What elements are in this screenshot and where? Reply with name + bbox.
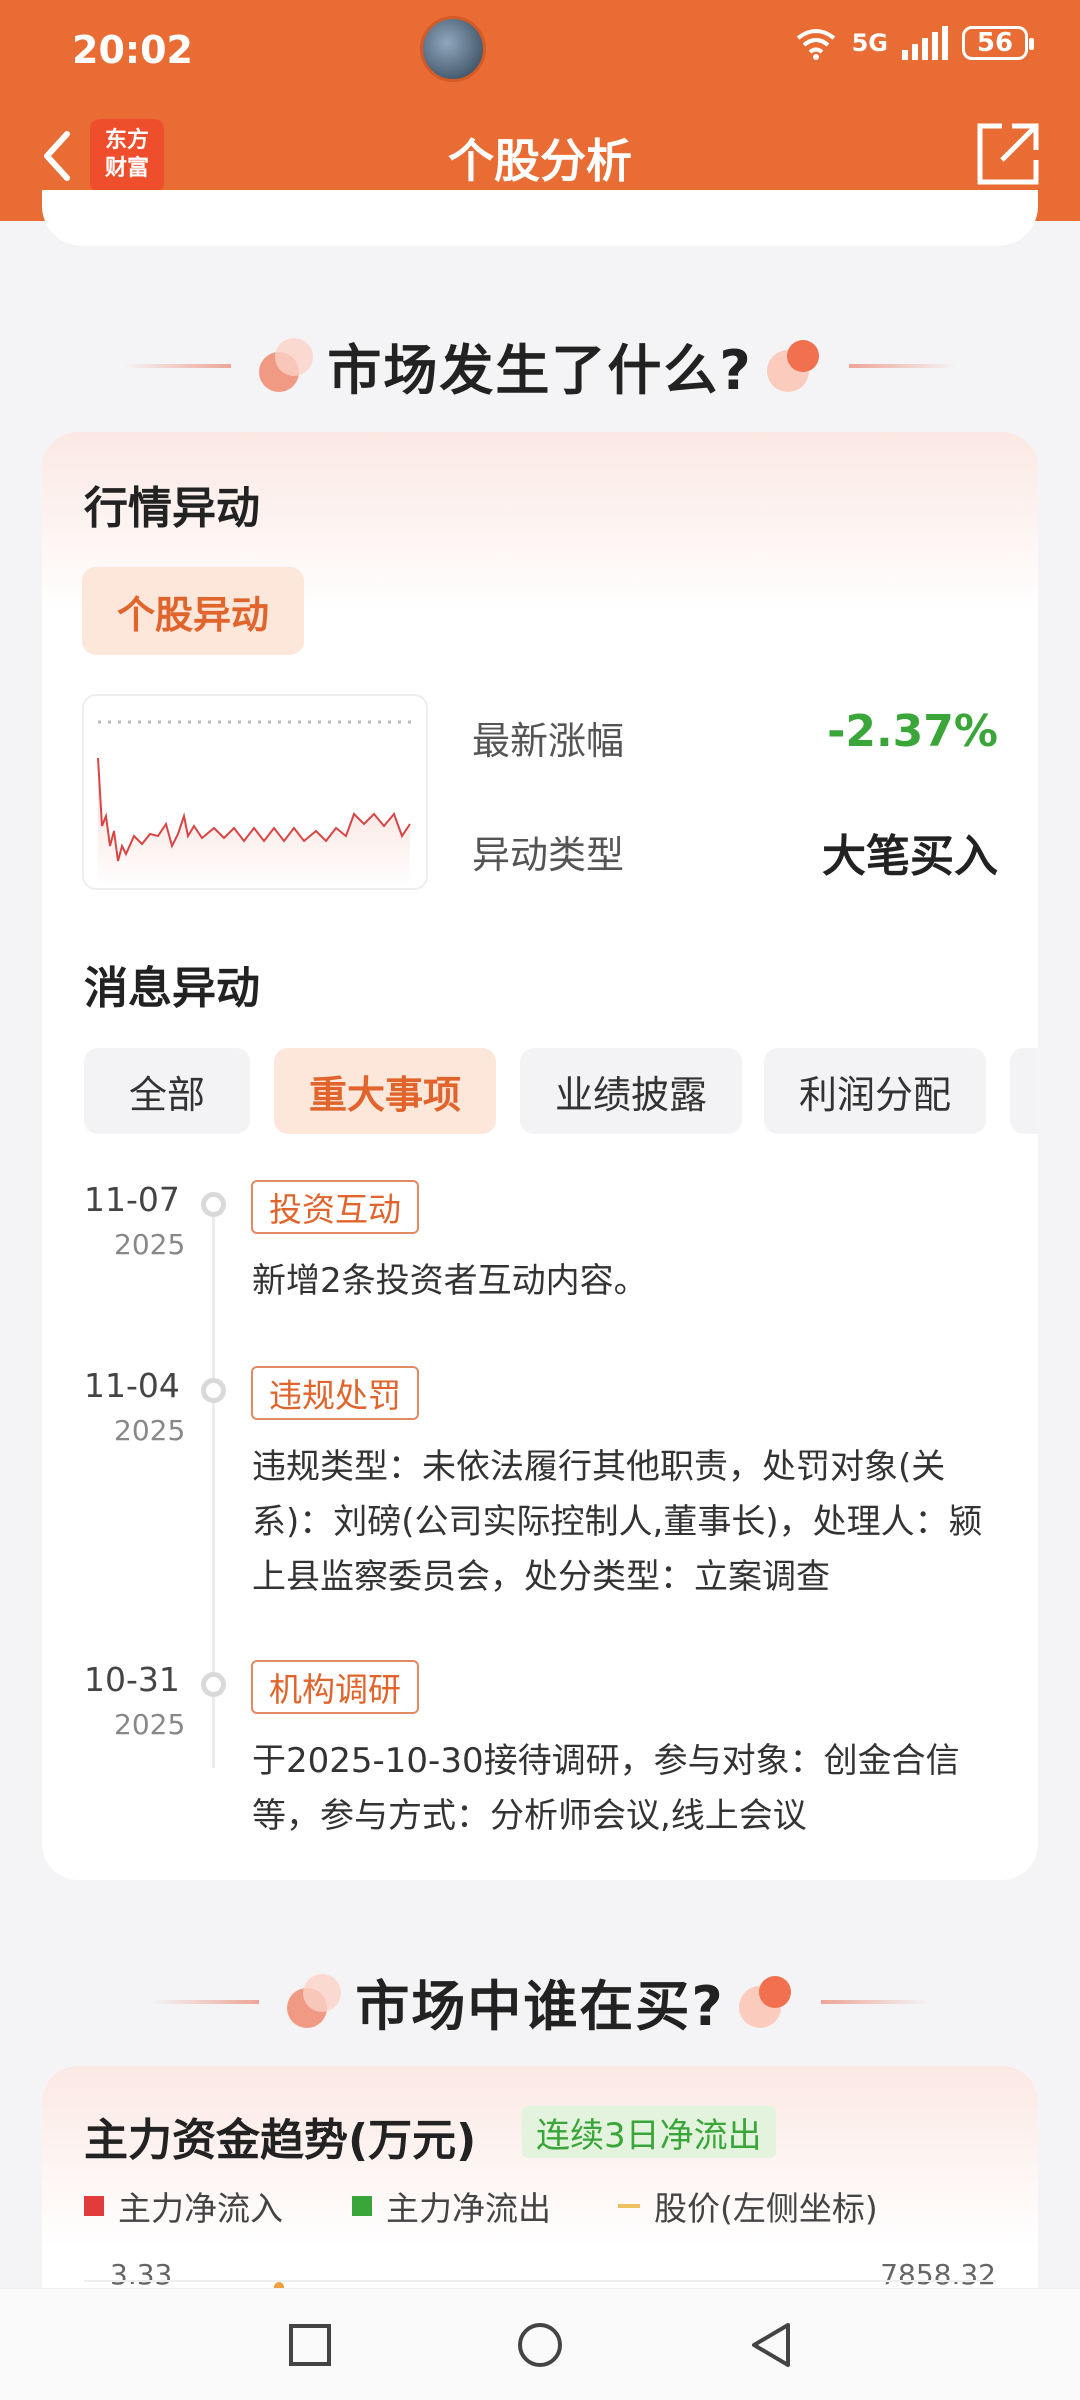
stock-anomaly-tag[interactable]: 个股异动 (82, 567, 304, 655)
share-button[interactable] (972, 118, 1044, 190)
legend-label: 主力净流出 (386, 2189, 551, 2228)
decor-dot-icon (255, 336, 315, 396)
latest-change-label: 最新涨幅 (472, 719, 625, 763)
anomaly-type-value: 大笔买入 (822, 831, 998, 882)
status-time: 20:02 (72, 28, 193, 72)
event-year: 2025 (114, 1228, 186, 1261)
event-date: 10-31 (84, 1660, 180, 1699)
network-label: 5G (851, 29, 888, 57)
section-heading-what-happened: 市场发生了什么? (0, 326, 1080, 405)
card-title: 主力资金趋势(万元) (84, 2115, 477, 2166)
event-text[interactable]: 违规类型：未依法履行其他职责，处罚对象(关系)：刘磅(公司实际控制人,董事长)，… (252, 1440, 1012, 1605)
event-date: 11-07 (84, 1180, 180, 1219)
net-outflow-badge: 连续3日净流出 (522, 2106, 776, 2158)
circle-nav-icon (518, 2323, 562, 2367)
divider (848, 363, 957, 368)
event-date: 11-04 (84, 1366, 180, 1405)
latest-change-value: -2.37% (827, 706, 998, 757)
notification-avatar-icon (420, 16, 486, 82)
share-icon (977, 123, 1039, 185)
decor-dot-icon (283, 1972, 343, 2032)
timeline-dot (201, 1378, 226, 1403)
section-title: 市场中谁在买? (355, 1975, 725, 2038)
legend-inflow[interactable]: 主力净流入 (84, 2182, 283, 2230)
square-nav-icon (289, 2324, 331, 2366)
back-nav-button[interactable] (742, 2317, 798, 2373)
section-heading-who-is-buying: 市场中谁在买? (0, 1962, 1080, 2041)
divider (123, 363, 232, 368)
chart-top-gridline (84, 2280, 996, 2282)
section-title: 市场发生了什么? (327, 339, 753, 402)
left-axis-top: 3.33 (110, 2258, 173, 2291)
event-text[interactable]: 新增2条投资者互动内容。 (252, 1254, 1012, 1309)
recent-apps-button[interactable] (282, 2317, 338, 2373)
status-icons: 5G 56 (794, 26, 1034, 60)
intraday-mini-chart[interactable] (82, 694, 428, 890)
market-anomaly-card: 行情异动 个股异动 最新涨幅 -2.37% 异动类型 大笔买入 消息异动 全部 … (42, 432, 1038, 1880)
anomaly-type-label: 异动类型 (472, 833, 625, 877)
battery-level: 56 (976, 28, 1014, 58)
card-title: 行情异动 (84, 483, 260, 534)
battery-icon: 56 (962, 26, 1034, 60)
divider (820, 1999, 929, 2004)
previous-card-bottom (42, 190, 1038, 246)
event-year: 2025 (114, 1708, 186, 1741)
tab-major-events[interactable]: 重大事项 (274, 1048, 496, 1134)
triangle-back-icon (752, 2323, 790, 2367)
app-header: 20:02 5G 56 东方 财富 个股分析 (0, 0, 1080, 221)
timeline-dot (201, 1672, 226, 1697)
tab-more-partial[interactable] (1010, 1048, 1038, 1134)
legend-price[interactable]: 股价(左侧坐标) (618, 2182, 878, 2230)
divider (151, 1999, 260, 2004)
wifi-icon (796, 29, 835, 60)
decor-dot-icon (737, 1972, 797, 2032)
outflow-swatch (352, 2196, 372, 2216)
event-tag[interactable]: 机构调研 (251, 1660, 419, 1714)
legend-label: 主力净流入 (118, 2189, 283, 2228)
event-text[interactable]: 于2025-10-30接待调研，参与对象：创金合信等，参与方式：分析师会议,线上… (252, 1734, 1012, 1844)
home-button[interactable] (512, 2317, 568, 2373)
event-tag[interactable]: 投资互动 (251, 1180, 419, 1234)
price-line-swatch (618, 2204, 640, 2208)
tab-all[interactable]: 全部 (84, 1048, 250, 1134)
legend-label: 股价(左侧坐标) (654, 2189, 878, 2228)
event-tag[interactable]: 违规处罚 (251, 1366, 419, 1420)
signal-icon (902, 26, 948, 60)
timeline-dot (201, 1192, 226, 1217)
decor-dot-icon (765, 336, 825, 396)
tab-earnings-disclosure[interactable]: 业绩披露 (520, 1048, 742, 1134)
page-title: 个股分析 (448, 134, 632, 188)
news-anomaly-title: 消息异动 (84, 963, 260, 1014)
system-nav-bar (0, 2288, 1080, 2400)
legend-outflow[interactable]: 主力净流出 (352, 2182, 551, 2230)
inflow-swatch (84, 2196, 104, 2216)
tab-profit-distribution[interactable]: 利润分配 (764, 1048, 986, 1134)
right-axis-top: 7858.32 (880, 2258, 996, 2291)
event-year: 2025 (114, 1414, 186, 1447)
